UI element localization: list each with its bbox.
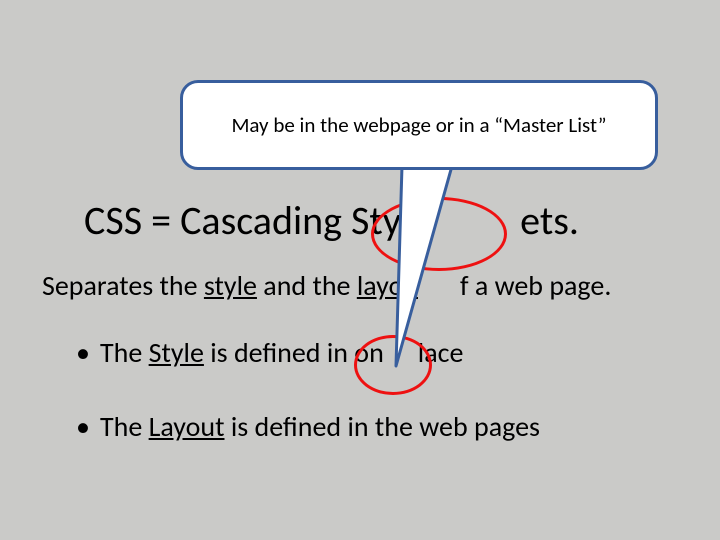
callout-tail [392, 166, 482, 376]
slide: May be in the webpage or in a “Master Li… [0, 0, 720, 540]
bullet1-p1: The [100, 335, 149, 370]
bullet-dot-icon: • [76, 336, 100, 370]
bullet2-p1: The [100, 409, 149, 444]
subheading-p3: f a web page. [460, 268, 611, 303]
bullet2-p2: is defined in the web pages [225, 409, 540, 444]
bullet1-u1: Style [149, 335, 204, 370]
heading-part-1: CSS = Cascading Styl [84, 196, 410, 245]
subheading-p2: and the [257, 268, 357, 303]
callout-text: May be in the webpage or in a “Master Li… [231, 112, 606, 138]
bullet2-u1: Layout [149, 409, 225, 444]
bullet-item-layout: •The Layout is defined in the web pages [76, 410, 656, 444]
subheading-p1: Separates the [42, 268, 204, 303]
subheading-u1: style [204, 268, 257, 303]
bullet-dot-icon: • [76, 410, 100, 444]
subheading: Separates the style and the layouf a web… [42, 268, 611, 303]
heading-part-2: ets. [520, 196, 579, 245]
callout-bubble: May be in the webpage or in a “Master Li… [180, 80, 658, 170]
